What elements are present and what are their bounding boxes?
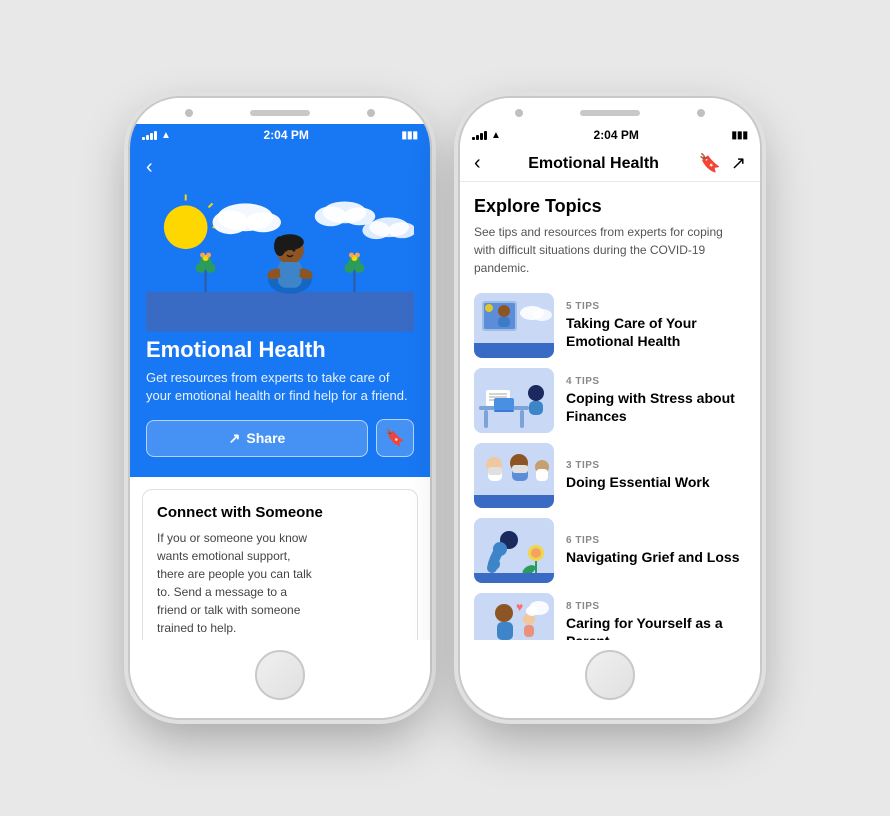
topic-name-1: Taking Care of Your Emotional Health (566, 314, 746, 350)
topic-thumb-4 (474, 518, 554, 583)
screen2-nav: ‹ Emotional Health 🔖 ↗ (460, 146, 760, 182)
front-camera-right-2 (697, 109, 705, 117)
connect-text: If you or someone you know wants emotion… (157, 529, 317, 637)
connect-card: Connect with Someone If you or someone y… (142, 489, 418, 640)
bookmark-nav-icon[interactable]: 🔖 (698, 153, 720, 174)
topic-name-5: Caring for Yourself as a Parent (566, 614, 746, 640)
topic-thumb-1 (474, 293, 554, 358)
share-row: ↗ Share 🔖 (146, 419, 414, 457)
topic-info-1: 5 TIPS Taking Care of Your Emotional Hea… (566, 301, 746, 350)
connect-decoration (327, 607, 417, 640)
home-button-1[interactable] (255, 650, 305, 700)
hero-illustration (146, 187, 414, 337)
topic-info-2: 4 TIPS Coping with Stress about Finances (566, 376, 746, 425)
screen2-desc: See tips and resources from experts for … (474, 223, 746, 277)
phone-1-screen: ▲ 2:04 PM ▮▮▮ ‹ (130, 124, 430, 640)
svg-text:♥: ♥ (516, 600, 523, 614)
phone-2-bottom (460, 640, 760, 718)
back-button-2[interactable]: ‹ (474, 152, 481, 175)
topic-tips-4: 6 TIPS (566, 535, 746, 546)
back-button-1[interactable]: ‹ (146, 156, 153, 179)
front-camera-right (367, 109, 375, 117)
screen2-heading: Explore Topics (474, 196, 746, 217)
status-right: ▮▮▮ (401, 130, 418, 141)
connect-title: Connect with Someone (157, 504, 403, 521)
phone-top-hardware-2 (460, 98, 760, 124)
share-icon: ↗ (229, 430, 241, 447)
nav-icons: 🔖 ↗ (698, 153, 746, 174)
phone-speaker-2 (580, 110, 640, 116)
bookmark-icon: 🔖 (385, 428, 405, 448)
topic-info-5: 8 TIPS Caring for Yourself as a Parent (566, 601, 746, 640)
topic-tips-1: 5 TIPS (566, 301, 746, 312)
topic-item-1[interactable]: 5 TIPS Taking Care of Your Emotional Hea… (474, 293, 746, 358)
status-right-2: ▮▮▮ (731, 130, 748, 141)
topic-name-3: Doing Essential Work (566, 473, 746, 491)
status-bar-1: ▲ 2:04 PM ▮▮▮ (130, 124, 430, 146)
topic-tips-5: 8 TIPS (566, 601, 746, 612)
save-button[interactable]: 🔖 (376, 419, 414, 457)
screen2-content: Explore Topics See tips and resources fr… (460, 182, 760, 640)
sun-illustration (164, 205, 208, 249)
hero-nav: ‹ (146, 156, 414, 179)
status-bar-2: ▲ 2:04 PM ▮▮▮ (460, 124, 760, 146)
topic-item-2[interactable]: 4 TIPS Coping with Stress about Finances (474, 368, 746, 433)
topic-thumb-5: ♥ (474, 593, 554, 640)
signal-icon (142, 131, 157, 140)
share-button[interactable]: ↗ Share (146, 420, 368, 457)
status-left-2: ▲ (472, 130, 501, 141)
topic-name-4: Navigating Grief and Loss (566, 548, 746, 566)
topic-item-5[interactable]: ♥ 8 TIPS Caring for Yourself as a Parent (474, 593, 746, 640)
phone-1: ▲ 2:04 PM ▮▮▮ ‹ (130, 98, 430, 718)
front-camera-left (185, 109, 193, 117)
battery-icon: ▮▮▮ (401, 130, 418, 141)
hero-section: ‹ (130, 146, 430, 477)
phone-1-bottom (130, 640, 430, 718)
hero-title: Emotional Health (146, 337, 414, 363)
topic-tips-2: 4 TIPS (566, 376, 746, 387)
phone-top-hardware (130, 98, 430, 124)
clock-1: 2:04 PM (264, 128, 309, 142)
topic-item-3[interactable]: 3 TIPS Doing Essential Work (474, 443, 746, 508)
topic-thumb-2 (474, 368, 554, 433)
topic-thumb-3 (474, 443, 554, 508)
topic-name-2: Coping with Stress about Finances (566, 389, 746, 425)
wifi-icon-2: ▲ (491, 130, 501, 141)
home-button-2[interactable] (585, 650, 635, 700)
signal-icon-2 (472, 131, 487, 140)
share-nav-icon[interactable]: ↗ (731, 153, 746, 174)
status-left: ▲ (142, 130, 171, 141)
share-label: Share (246, 430, 285, 446)
topic-item-4[interactable]: 6 TIPS Navigating Grief and Loss (474, 518, 746, 583)
topic-info-4: 6 TIPS Navigating Grief and Loss (566, 535, 746, 566)
phone-speaker (250, 110, 310, 116)
hero-subtitle: Get resources from experts to take care … (146, 369, 414, 405)
wifi-icon: ▲ (161, 130, 171, 141)
clock-2: 2:04 PM (594, 128, 639, 142)
phone-2: ▲ 2:04 PM ▮▮▮ ‹ Emotional Health 🔖 ↗ Exp… (460, 98, 760, 718)
topic-info-3: 3 TIPS Doing Essential Work (566, 460, 746, 491)
topic-tips-3: 3 TIPS (566, 460, 746, 471)
phone-2-screen: ▲ 2:04 PM ▮▮▮ ‹ Emotional Health 🔖 ↗ Exp… (460, 124, 760, 640)
front-camera-left-2 (515, 109, 523, 117)
battery-icon-2: ▮▮▮ (731, 130, 748, 141)
nav-title: Emotional Health (489, 155, 699, 173)
